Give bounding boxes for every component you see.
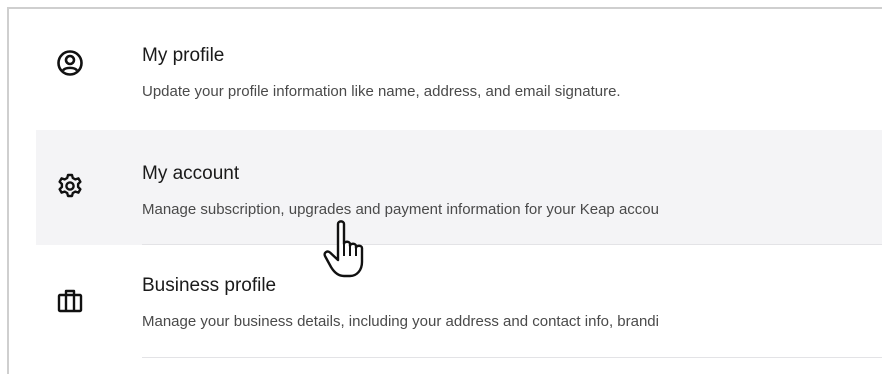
menu-item-title: My account bbox=[142, 163, 240, 184]
gear-icon bbox=[56, 172, 84, 200]
menu-item-description: Manage your business details, including … bbox=[142, 313, 659, 330]
menu-item-title: My profile bbox=[142, 45, 225, 66]
menu-item-description: Update your profile information like nam… bbox=[142, 83, 621, 100]
menu-item-my-profile[interactable]: My profile Update your profile informati… bbox=[36, 9, 882, 123]
user-circle-icon bbox=[56, 49, 84, 77]
menu-separator bbox=[142, 357, 882, 358]
menu-item-my-account[interactable]: My account Manage subscription, upgrades… bbox=[36, 130, 882, 245]
menu-item-business-profile[interactable]: Business profile Manage your business de… bbox=[36, 245, 882, 359]
menu-item-description: Manage subscription, upgrades and paymen… bbox=[142, 201, 659, 218]
settings-panel: My profile Update your profile informati… bbox=[0, 0, 882, 374]
panel-left-border bbox=[7, 7, 9, 374]
hand-pointer-icon bbox=[322, 218, 372, 282]
briefcase-icon bbox=[56, 287, 84, 315]
menu-item-title: Business profile bbox=[142, 275, 277, 296]
